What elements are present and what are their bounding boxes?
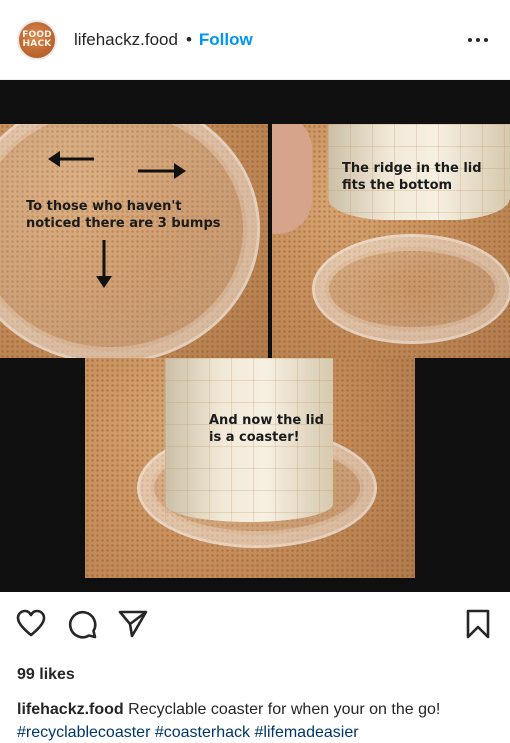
- panel2-caption-line2: fits the bottom: [342, 178, 453, 193]
- arrow-left-icon: [48, 151, 94, 167]
- likes-count[interactable]: 99 likes: [17, 666, 75, 684]
- more-options-icon[interactable]: [468, 32, 488, 48]
- separator-dot: •: [185, 29, 192, 49]
- post-caption: lifehackz.food Recyclable coaster for wh…: [17, 698, 497, 743]
- image-panel-coaster: And now the lid is a coaster!: [85, 358, 415, 578]
- panel3-caption-line2: is a coaster!: [209, 430, 300, 445]
- panel3-caption-line1: And now the lid: [209, 413, 324, 428]
- lid-shape: [0, 124, 260, 358]
- panel3-caption: And now the lid is a coaster!: [209, 412, 324, 446]
- panel2-caption-line1: The ridge in the lid: [342, 161, 482, 176]
- post-image[interactable]: To those who haven't noticed there are 3…: [0, 80, 510, 592]
- heart-icon[interactable]: [15, 608, 47, 640]
- post-header: FOOD HACK lifehackz.food • Follow: [0, 0, 510, 80]
- arrow-down-icon: [96, 240, 112, 288]
- hashtag-link[interactable]: #coasterhack: [155, 724, 250, 741]
- panel1-caption-line1: To those who haven't: [26, 199, 182, 214]
- comment-icon[interactable]: [66, 608, 98, 640]
- image-panel-bumps: To those who haven't noticed there are 3…: [0, 124, 268, 358]
- panel2-caption: The ridge in the lid fits the bottom: [342, 160, 482, 194]
- avatar-text-hack: HACK: [22, 38, 52, 49]
- hashtag-link[interactable]: #lifemadeasier: [254, 724, 358, 741]
- bookmark-icon[interactable]: [462, 608, 494, 640]
- arrow-right-icon: [138, 163, 186, 179]
- panel1-caption-line2: noticed there are 3 bumps: [26, 216, 221, 231]
- follow-button[interactable]: Follow: [199, 30, 253, 50]
- hashtag-link[interactable]: #recyclablecoaster: [17, 724, 150, 741]
- lid-shape: [312, 234, 510, 344]
- avatar[interactable]: FOOD HACK: [17, 19, 57, 60]
- paper-plane-icon[interactable]: [117, 608, 149, 640]
- image-panel-ridge: The ridge in the lid fits the bottom: [272, 124, 510, 358]
- username-link[interactable]: lifehackz.food: [74, 30, 178, 50]
- caption-username[interactable]: lifehackz.food: [17, 701, 124, 718]
- hand-shape: [272, 124, 312, 234]
- panel1-caption: To those who haven't noticed there are 3…: [26, 198, 221, 232]
- caption-body: Recyclable coaster for when your on the …: [128, 701, 441, 718]
- action-bar: [0, 608, 510, 650]
